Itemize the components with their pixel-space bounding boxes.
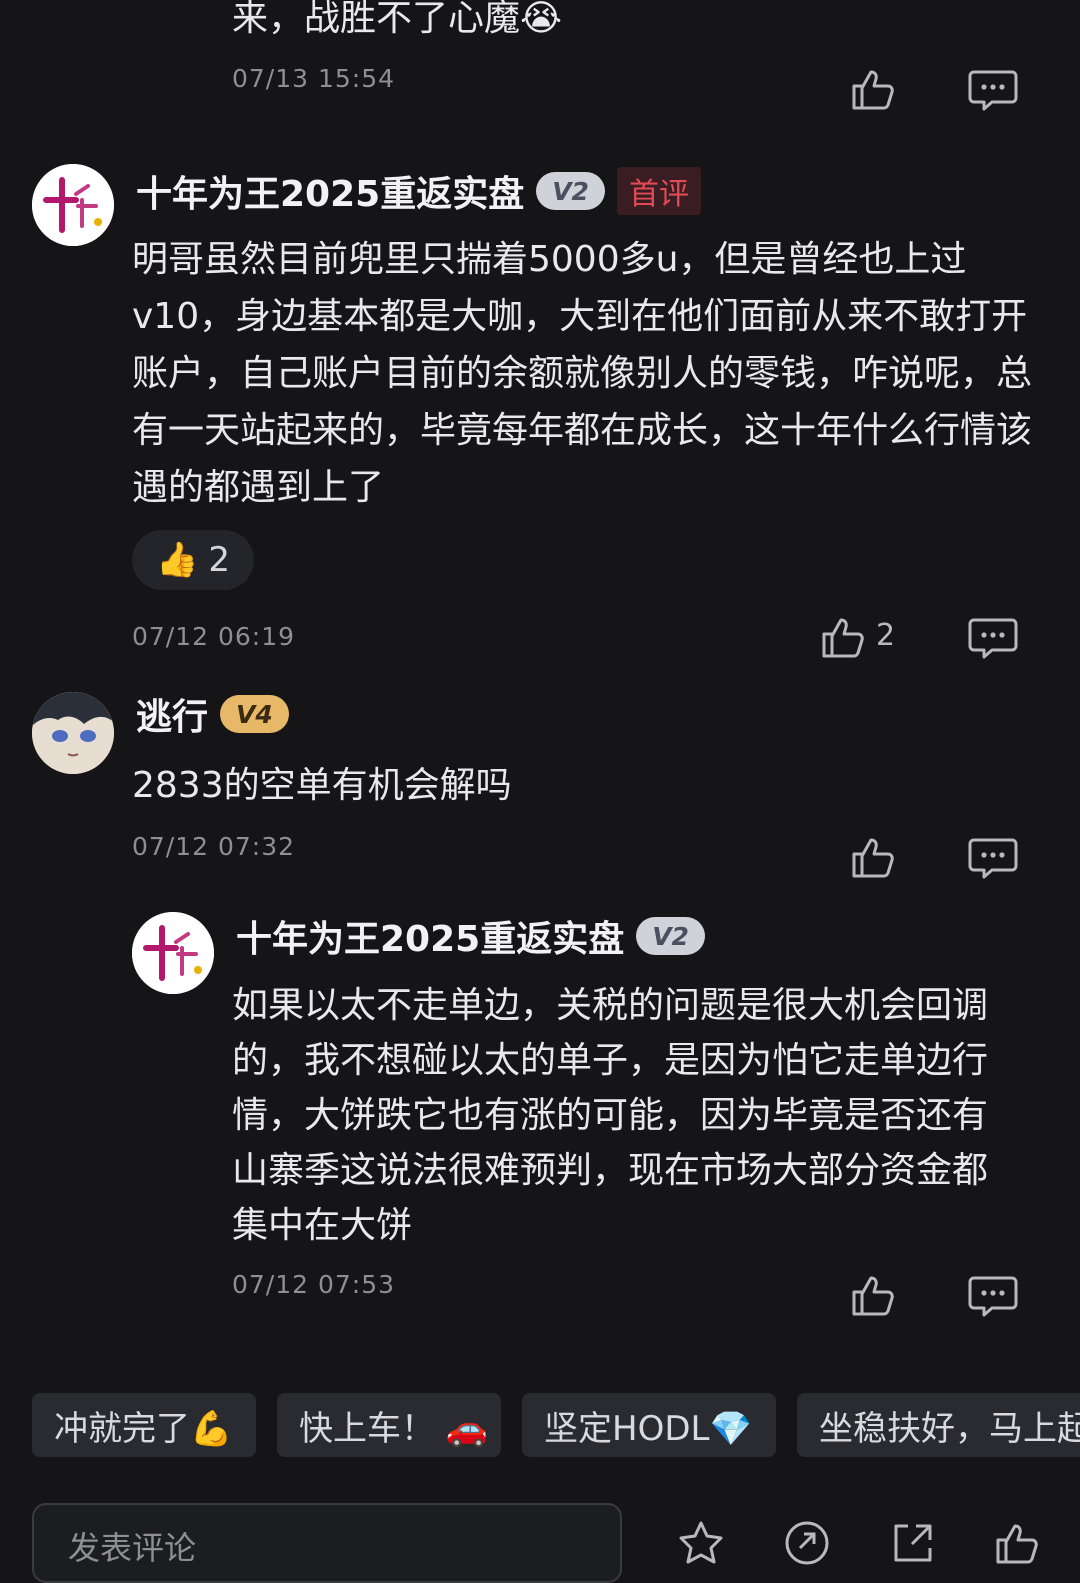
thumbs-up-icon[interactable] (992, 1518, 1042, 1568)
like-icon[interactable] (818, 612, 868, 662)
reaction-pill[interactable]: 👍 2 (132, 530, 254, 590)
reply-icon[interactable] (968, 1270, 1018, 1320)
first-comment-tag: 首评 (616, 167, 701, 215)
level-badge: V2 (636, 917, 705, 955)
quick-reply-chip[interactable]: 坚定HODL💎 (522, 1393, 776, 1457)
reply-icon[interactable] (968, 612, 1018, 662)
like-count: 2 (876, 618, 896, 653)
username[interactable]: 十年为王2025重返实盘 (136, 165, 524, 217)
comment-input-placeholder: 发表评论 (68, 1529, 197, 1567)
level-badge: V2 (536, 172, 605, 210)
like-icon[interactable] (848, 832, 898, 882)
reply-icon[interactable] (968, 832, 1018, 882)
like-icon[interactable] (848, 1270, 898, 1320)
avatar[interactable] (132, 912, 214, 994)
emoji-icon[interactable] (782, 1518, 832, 1568)
reply-text: 如果以太不走单边，关税的问题是很大机会回调的，我不想碰以太的单子，是因为怕它走单… (232, 985, 989, 1246)
comment-time: 07/12 06:19 (132, 622, 296, 651)
level-badge: V4 (220, 695, 289, 733)
reply-icon[interactable] (968, 64, 1018, 114)
like-icon[interactable] (848, 64, 898, 114)
thumbs-up-emoji-icon: 👍 (156, 540, 199, 580)
comment-text-partial: 来，战胜不了心魔😭 (232, 0, 563, 39)
comment-time: 07/12 07:53 (232, 1270, 396, 1299)
quick-reply-chip[interactable]: 坐稳扶好，马上起 (797, 1393, 1080, 1457)
avatar[interactable] (32, 164, 114, 246)
quick-reply-chip[interactable]: 快上车！ 🚗 (277, 1393, 501, 1457)
comment-time: 07/13 15:54 (232, 64, 396, 93)
comment-header: 逃行 V4 (136, 688, 289, 740)
comment-time: 07/12 07:32 (132, 832, 296, 861)
comment-input[interactable]: 发表评论 (32, 1503, 622, 1583)
reaction-count: 2 (208, 540, 230, 580)
star-icon[interactable] (676, 1518, 726, 1568)
username[interactable]: 十年为王2025重返实盘 (236, 910, 624, 962)
comment-header: 十年为王2025重返实盘 V2 (236, 910, 705, 962)
username[interactable]: 逃行 (136, 688, 208, 740)
quick-reply-chip[interactable]: 冲就完了💪 (32, 1393, 256, 1457)
share-icon[interactable] (888, 1518, 938, 1568)
avatar[interactable] (32, 692, 114, 774)
comment-text: 明哥虽然目前兜里只揣着5000多u，但是曾经也上过v10，身边基本都是大咖，大到… (132, 239, 1033, 508)
comment-text: 2833的空单有机会解吗 (132, 765, 512, 806)
comment-header: 十年为王2025重返实盘 V2 首评 (136, 165, 701, 217)
